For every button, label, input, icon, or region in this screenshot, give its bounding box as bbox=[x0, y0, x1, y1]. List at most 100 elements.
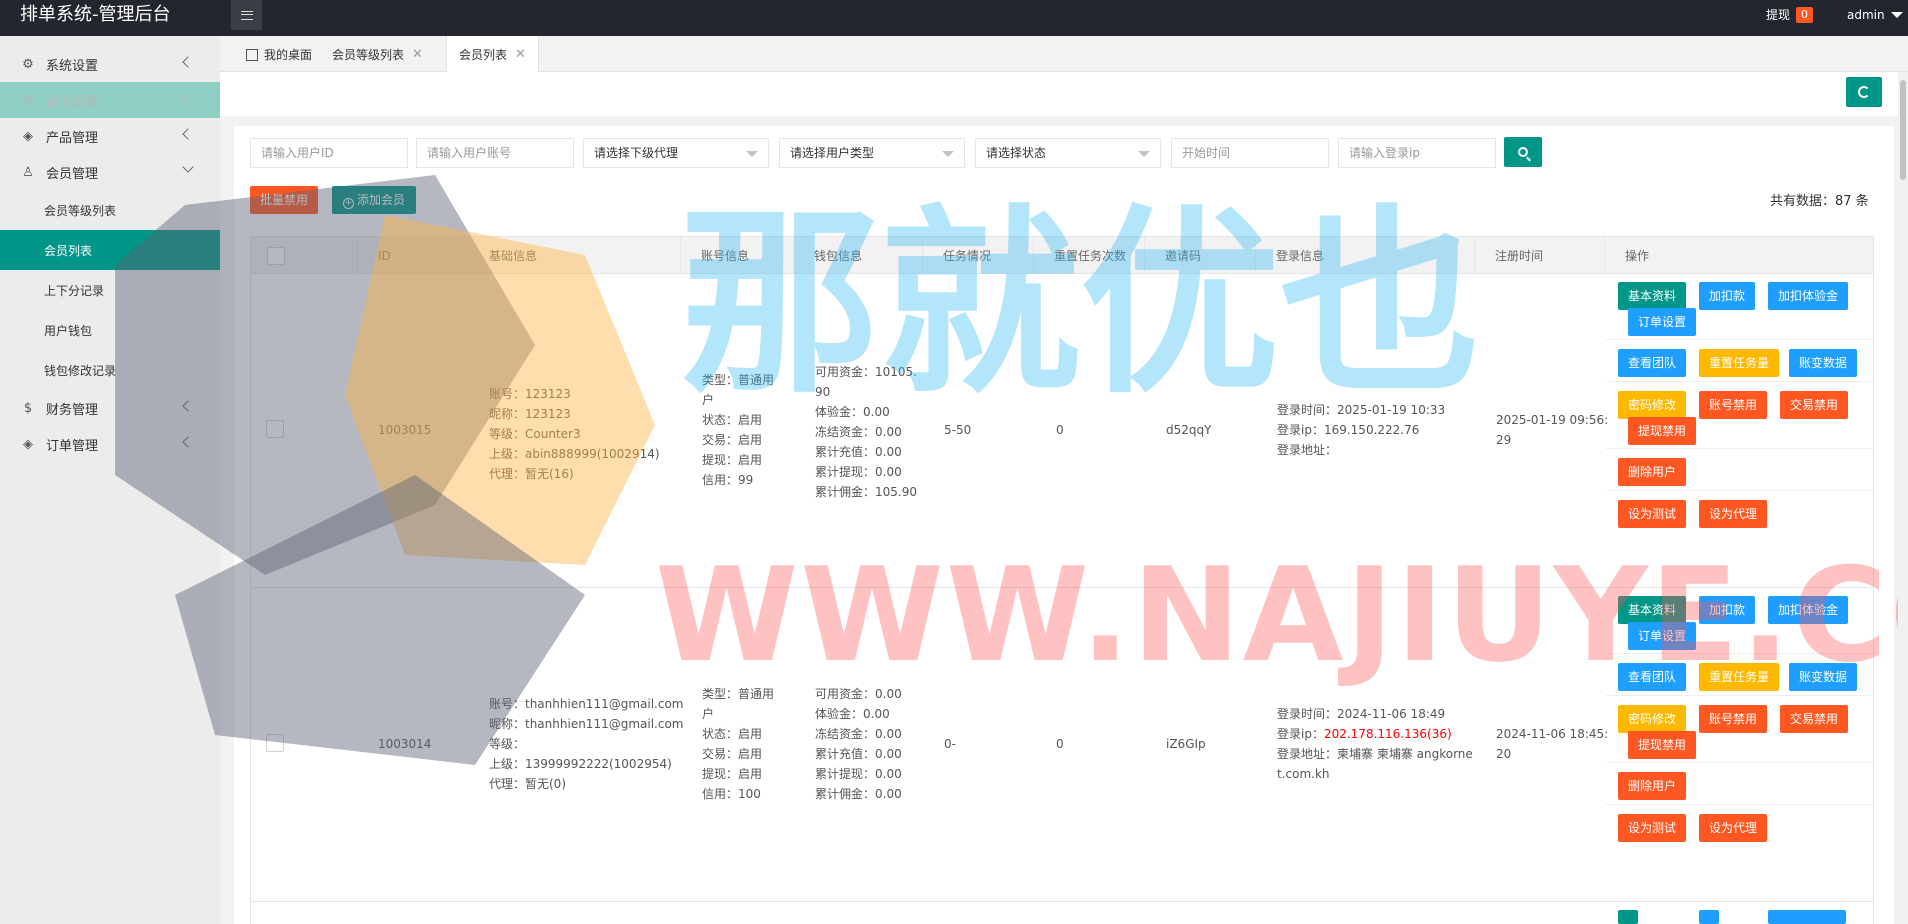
reset-task-button[interactable]: 重置任务量 bbox=[1699, 349, 1780, 377]
basic-line: 上级：13999992222(1002954) bbox=[489, 757, 672, 771]
order-settings-button[interactable]: 订单设置 bbox=[1628, 308, 1697, 336]
wallet-line: 累计充值：0.00 bbox=[815, 445, 902, 459]
select-all-checkbox[interactable] bbox=[267, 247, 285, 265]
add-deduct-button[interactable] bbox=[1699, 910, 1719, 924]
basic-info-button[interactable]: 基本资料 bbox=[1618, 282, 1687, 310]
account-change-button[interactable]: 账变数据 bbox=[1789, 663, 1858, 691]
menu-toggle-button[interactable] bbox=[231, 0, 262, 30]
tab-label: 会员等级列表 bbox=[332, 47, 405, 62]
basic-line: 等级：Counter3 bbox=[489, 427, 581, 441]
account-info: 类型：普通用 户 状态：启用 交易：启用 提现：启用 信用：99 bbox=[702, 370, 774, 490]
search-button[interactable] bbox=[1504, 137, 1542, 167]
sidebar-item-label: 产品管理 bbox=[46, 130, 99, 146]
start-time-input[interactable]: 开始时间 bbox=[1171, 138, 1329, 168]
trade-disable-button[interactable]: 交易禁用 bbox=[1780, 391, 1849, 419]
user-account-input[interactable]: 请输入用户账号 bbox=[416, 138, 574, 168]
delete-user-button[interactable]: 删除用户 bbox=[1618, 458, 1687, 486]
sidebar-subitem-level-list[interactable]: 会员等级列表 bbox=[0, 190, 220, 230]
sidebar-item-site-settings[interactable]: ⚙ 站点设置 bbox=[0, 82, 220, 118]
password-change-button[interactable]: 密码修改 bbox=[1618, 391, 1687, 419]
sidebar-subitem-member-list[interactable]: 会员列表 bbox=[0, 230, 220, 270]
scrollbar-thumb[interactable] bbox=[1900, 80, 1906, 180]
tab-level-list[interactable]: 会员等级列表 ✕ bbox=[320, 36, 435, 72]
set-agent-button[interactable]: 设为代理 bbox=[1699, 500, 1768, 528]
sidebar-item-products[interactable]: ◈ 产品管理 bbox=[0, 118, 220, 154]
invite-code: iZ6GIp bbox=[1166, 737, 1206, 751]
basic-info-button[interactable]: 基本资料 bbox=[1618, 596, 1687, 624]
row-checkbox[interactable] bbox=[266, 734, 284, 752]
account-change-button[interactable]: 账变数据 bbox=[1789, 349, 1858, 377]
withdraw-link[interactable]: 提现 0 bbox=[1766, 6, 1814, 24]
reg-time-line: 2024-11-06 18:45: bbox=[1496, 727, 1609, 741]
batch-disable-button[interactable]: 批量禁用 bbox=[250, 186, 318, 214]
basic-info-button[interactable] bbox=[1618, 910, 1638, 924]
chevron-left-icon bbox=[182, 92, 194, 104]
account-disable-button[interactable]: 账号禁用 bbox=[1699, 705, 1768, 733]
login-ip-input[interactable]: 请输入登录ip bbox=[1338, 138, 1496, 168]
action-divider bbox=[1606, 653, 1874, 654]
tab-home[interactable]: 我的桌面 bbox=[234, 36, 324, 72]
status-select[interactable]: 请选择状态 bbox=[975, 138, 1161, 168]
sidebar-item-system-settings[interactable]: ⚙ 系统设置 bbox=[0, 46, 220, 82]
total-count: 共有数据：87 条 bbox=[1770, 194, 1869, 209]
sidebar-item-label: 会员管理 bbox=[46, 166, 99, 182]
add-deduct-button[interactable]: 加扣款 bbox=[1699, 282, 1756, 310]
wallet-info: 可用资金：10105. 90 体验金：0.00 冻结资金：0.00 累计充值：0… bbox=[815, 362, 917, 502]
user-name: admin bbox=[1847, 8, 1885, 22]
view-team-button[interactable]: 查看团队 bbox=[1618, 349, 1687, 377]
login-ip-line: 登录ip：202.178.116.136(36) bbox=[1277, 724, 1473, 744]
sidebar-item-label: 财务管理 bbox=[46, 402, 99, 418]
add-deduct-trial-button[interactable] bbox=[1768, 910, 1846, 924]
close-icon[interactable]: ✕ bbox=[412, 47, 423, 62]
sidebar-item-orders[interactable]: ◈ 订单管理 bbox=[0, 426, 220, 462]
dollar-icon: $ bbox=[23, 400, 33, 416]
user-id-input[interactable]: 请输入用户ID bbox=[250, 138, 408, 168]
tab-member-list[interactable]: 会员列表 ✕ bbox=[446, 36, 539, 73]
page-scrollbar[interactable] bbox=[1898, 72, 1908, 924]
basic-line: 上级：abin888999(1002914) bbox=[489, 447, 660, 461]
account-disable-button[interactable]: 账号禁用 bbox=[1699, 391, 1768, 419]
reset-count: 0 bbox=[1056, 737, 1064, 751]
basic-line: 账号：123123 bbox=[489, 387, 571, 401]
withdraw-disable-button[interactable]: 提现禁用 bbox=[1628, 731, 1697, 759]
user-type-select[interactable]: 请选择用户类型 bbox=[779, 138, 965, 168]
content-toolbar bbox=[220, 72, 1908, 116]
trade-disable-button[interactable]: 交易禁用 bbox=[1780, 705, 1849, 733]
sidebar-item-members[interactable]: ♙ 会员管理 bbox=[0, 154, 220, 190]
add-deduct-trial-button[interactable]: 加扣体验金 bbox=[1768, 596, 1849, 624]
th-invite: 邀请码 bbox=[1165, 249, 1202, 263]
refresh-button[interactable] bbox=[1846, 77, 1882, 107]
order-settings-button[interactable]: 订单设置 bbox=[1628, 622, 1697, 650]
login-address: 登录地址： bbox=[1277, 443, 1338, 457]
row-checkbox[interactable] bbox=[266, 420, 284, 438]
agent-select[interactable]: 请选择下级代理 bbox=[583, 138, 769, 168]
delete-user-button[interactable]: 删除用户 bbox=[1618, 772, 1687, 800]
add-member-button[interactable]: + 添加会员 bbox=[332, 186, 416, 214]
sidebar-subitem-wallet-log[interactable]: 钱包修改记录 bbox=[0, 350, 220, 390]
set-test-button[interactable]: 设为测试 bbox=[1618, 814, 1687, 842]
basic-line: 等级： bbox=[489, 737, 526, 751]
withdraw-disable-button[interactable]: 提现禁用 bbox=[1628, 417, 1697, 445]
user-icon: ♙ bbox=[22, 164, 34, 180]
sidebar-subitem-points-log[interactable]: 上下分记录 bbox=[0, 270, 220, 310]
reset-task-button[interactable]: 重置任务量 bbox=[1699, 663, 1780, 691]
withdraw-label: 提现 bbox=[1766, 8, 1791, 22]
password-change-button[interactable]: 密码修改 bbox=[1618, 705, 1687, 733]
basic-line: 代理：暂无(0) bbox=[489, 777, 566, 791]
sidebar-subitem-user-wallet[interactable]: 用户钱包 bbox=[0, 310, 220, 350]
login-ip-line: 登录ip：169.150.222.76 bbox=[1277, 420, 1445, 440]
add-deduct-trial-button[interactable]: 加扣体验金 bbox=[1768, 282, 1849, 310]
set-agent-button[interactable]: 设为代理 bbox=[1699, 814, 1768, 842]
add-member-label: 添加会员 bbox=[356, 193, 405, 207]
box-icon: ◈ bbox=[23, 128, 33, 144]
close-icon[interactable]: ✕ bbox=[515, 47, 526, 62]
wallet-line: 体验金：0.00 bbox=[815, 405, 890, 419]
action-divider bbox=[1606, 804, 1874, 805]
sidebar-item-finance[interactable]: $ 财务管理 bbox=[0, 390, 220, 426]
view-team-button[interactable]: 查看团队 bbox=[1618, 663, 1687, 691]
basic-line: 昵称：123123 bbox=[489, 407, 571, 421]
add-deduct-button[interactable]: 加扣款 bbox=[1699, 596, 1756, 624]
user-menu[interactable]: admin bbox=[1847, 6, 1903, 24]
set-test-button[interactable]: 设为测试 bbox=[1618, 500, 1687, 528]
reg-time-line: 29 bbox=[1496, 433, 1512, 447]
